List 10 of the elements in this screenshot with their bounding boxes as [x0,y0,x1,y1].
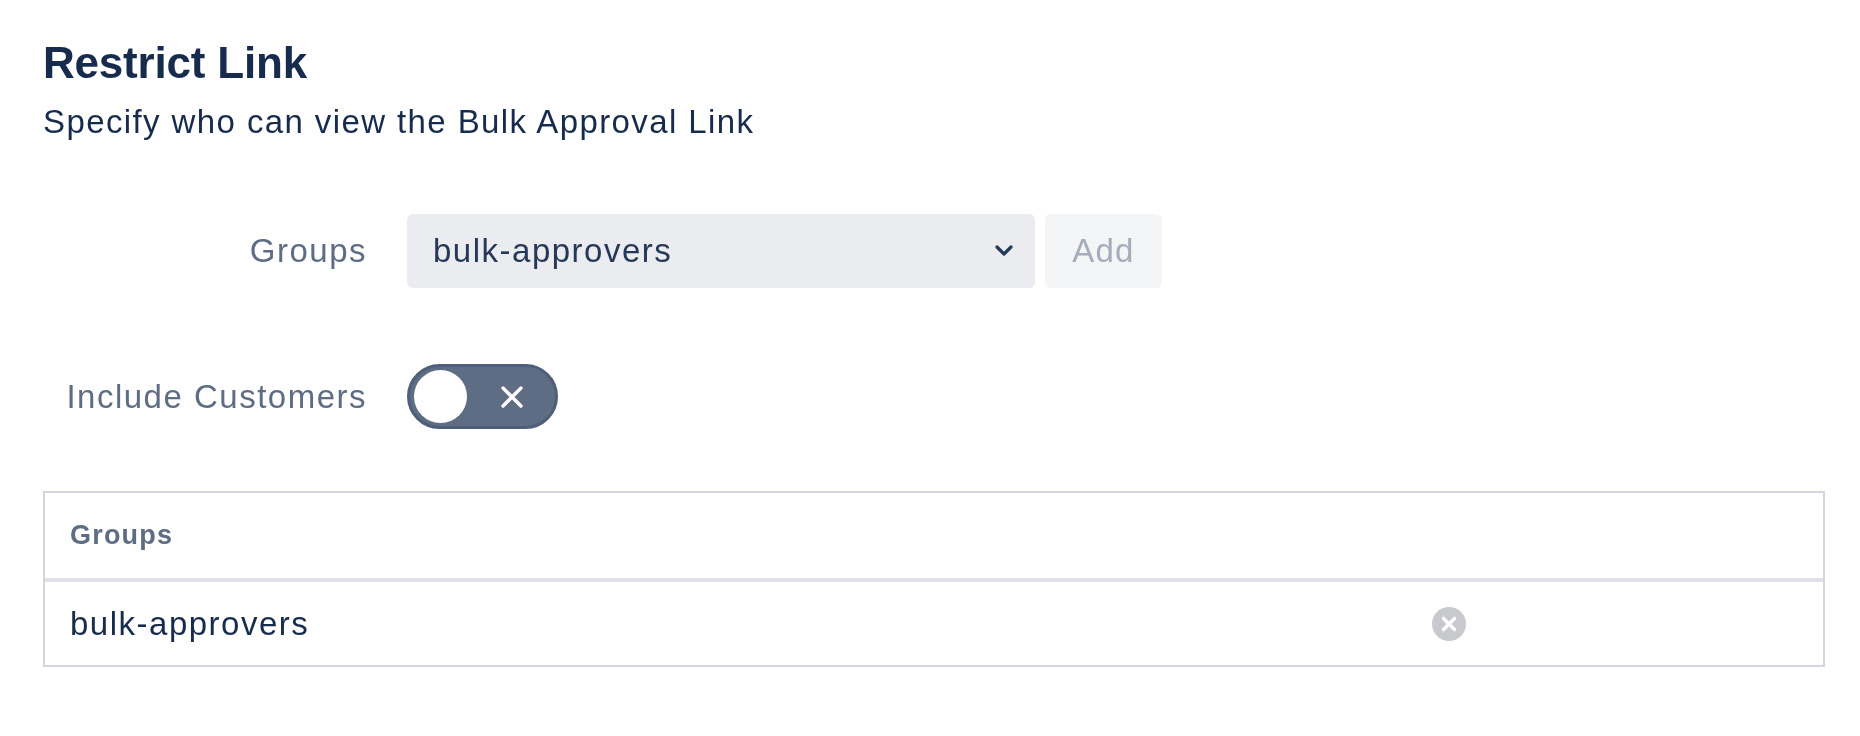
x-icon [501,386,523,408]
page-title: Restrict Link [43,38,307,88]
field-label: Include Customers [66,376,367,417]
page-subtitle: Specify who can view the Bulk Approval Link [43,102,755,142]
field-label: Groups [249,231,367,271]
toggle-knob [414,370,467,423]
column-header: Groups [69,520,174,551]
chevron-down-icon [995,245,1013,257]
groups-select[interactable]: bulk-approvers [407,214,1035,288]
table-cell-text: bulk-approvers [69,604,310,643]
